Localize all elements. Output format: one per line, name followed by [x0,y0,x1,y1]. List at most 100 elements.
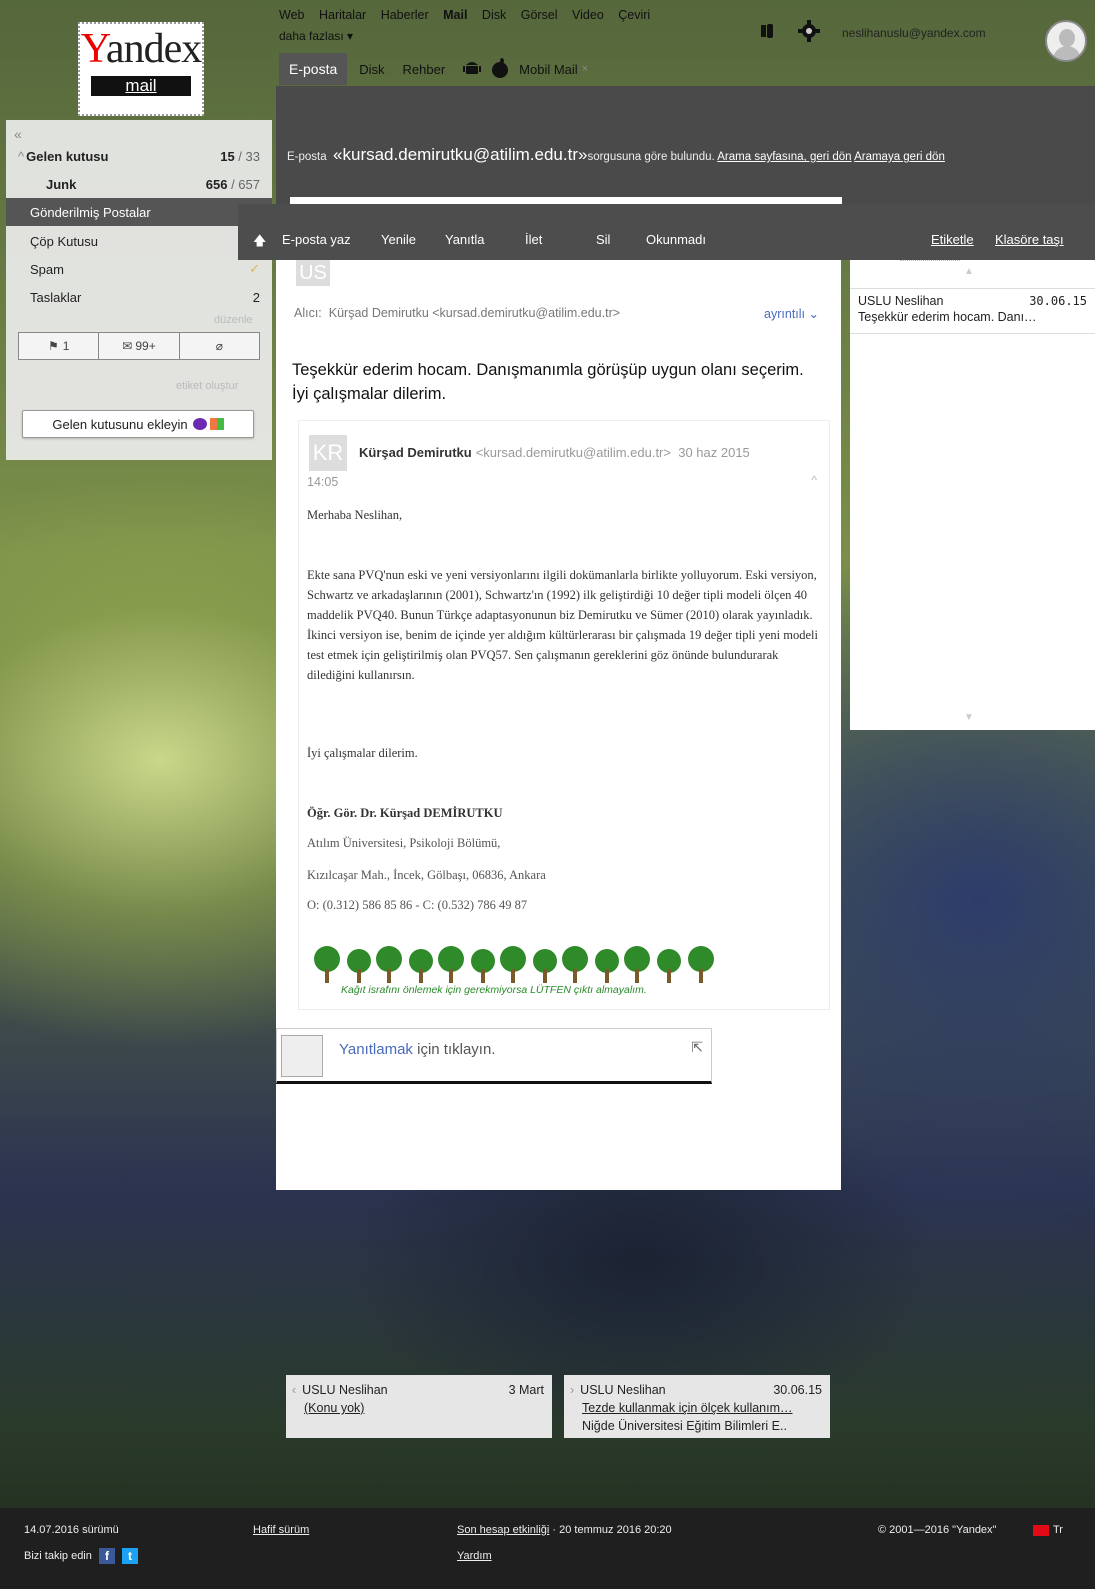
prev-subject-link[interactable]: (Konu yok) [304,1399,544,1417]
next-subject-link[interactable]: Tezde kullanmak için ölçek kullanım… [582,1399,822,1417]
quoted-paragraph: Ekte sana PVQ'nun eski ve yeni versiyonl… [307,568,818,682]
help-link[interactable]: Yardım [457,1550,492,1562]
apple-icon[interactable] [491,57,509,81]
refresh-button[interactable]: Yenile [381,232,416,247]
add-inbox-button[interactable]: Gelen kutusunu ekleyin [22,410,254,438]
nav-images[interactable]: Görsel [521,8,558,22]
quoted-time: 14:05 [307,475,339,489]
edit-folders-link[interactable]: düzenle [214,314,253,326]
quick-reply[interactable]: Yanıtlamak için tıklayın. ⇱ [276,1028,712,1084]
inbox-label: ^ Gelen kutusu [18,148,109,164]
move-to-folder-button[interactable]: Klasöre taşı [995,232,1064,247]
expand-icon[interactable]: ⇱ [691,1039,703,1056]
nav-maps[interactable]: Haritalar [319,8,366,22]
nav-news[interactable]: Haberler [381,8,429,22]
nav-web[interactable]: Web [279,8,304,22]
label-button[interactable]: Etiketle [931,232,974,247]
thread-item[interactable]: USLU Neslihan 30.06.15 Teşekkür ederim ho… [850,288,1095,334]
next-message-card[interactable]: › USLU Neslihan 30.06.15 Tezde kullanmak i… [564,1375,830,1438]
sidebar-item-spam[interactable]: Spam ✓ [6,255,272,283]
drafts-count: 2 [252,289,260,305]
trash-label: Çöp Kutusu [30,233,98,249]
forward-button[interactable]: İlet [525,232,542,247]
twitter-icon[interactable]: t [122,1548,138,1564]
drafts-label: Taslaklar [30,289,82,305]
last-activity: Son hesap etkinliği · 20 temmuz 2016 20:… [457,1524,672,1536]
message-toolbar: 🡅 E-posta yaz Yenile Yanıtla İlet Sil Ok… [238,204,1095,260]
sidebar-item-drafts[interactable]: Taslaklar 2 [6,283,272,311]
nav-video[interactable]: Video [572,8,604,22]
avatar-body [1053,46,1081,60]
back-to-search-link-2[interactable]: Aramaya geri dön [854,151,945,163]
thread-snippet: Teşekkür ederim hocam. Danı… [858,310,1037,324]
prev-message-card[interactable]: ‹ USLU Neslihan 3 Mart (Konu yok) [286,1375,552,1438]
tab-disk[interactable]: Disk [359,62,384,77]
unread-filter[interactable]: ✉ 99+ [99,333,180,359]
nav-translate[interactable]: Çeviri [618,8,650,22]
recipient-value[interactable]: Kürşad Demirutku <kursad.demirutku@atili… [329,306,620,320]
yandex-mail-logo[interactable]: Yandex mail [78,22,204,116]
language-switcher[interactable]: Tr [1033,1524,1063,1536]
logo-mail-label: mail [91,76,191,96]
delete-button[interactable]: Sil [596,232,610,247]
light-version-link[interactable]: Hafif sürüm [253,1524,309,1536]
scroll-down-icon[interactable]: ▼ [964,712,974,723]
attachments-filter[interactable]: ⌀ [180,333,259,359]
scroll-up-icon[interactable]: ▲ [964,266,974,277]
search-query: «kursad.demirutku@atilim.edu.tr» [333,145,588,164]
signature-address: Kızılcaşar Mah., İncek, Gölbaşı, 06836, … [307,868,546,882]
back-to-search-link[interactable]: Arama sayfasına, geri dön [717,151,851,163]
next-snippet: Niğde Üniversitesi Eğitim Bilimleri E.. [582,1419,787,1433]
trees-icon [314,946,714,983]
android-icon[interactable] [463,59,482,80]
copyright: © 2001—2016 "Yandex" [878,1524,997,1536]
signature-phone: O: (0.312) 586 85 86 - C: (0.532) 786 49… [307,898,528,912]
tree-banner: Kağıt israfını önlemek için gerekmiyorsa… [307,941,725,1001]
mark-unread-button[interactable]: Okunmadı [646,232,706,247]
sidebar-item-sent[interactable]: Gönderilmiş Postalar [6,198,272,226]
flag-icon: ⚑ [47,339,59,353]
tree-caption: Kağıt israfını önlemek için gerekmiyorsa… [341,984,647,996]
tab-email[interactable]: E-posta [279,53,348,85]
paperclip-icon: ⌀ [215,339,223,353]
chevron-down-icon: ⌄ [808,307,819,321]
broom-icon[interactable]: ✓ [249,261,260,277]
more-services-link[interactable]: daha fazlası ▾ [279,29,353,43]
sidebar-item-inbox[interactable]: ^ Gelen kutusu 15 / 33 [6,142,272,170]
filter-bar: ⚑ 1 ✉ 99+ ⌀ [18,332,260,360]
last-activity-link[interactable]: Son hesap etkinliği [457,1524,549,1536]
user-avatar[interactable] [1045,20,1087,62]
user-meta: neslihanuslu@yandex.com [760,20,986,45]
quoted-closing: İyi çalışmalar dilerim. [307,746,418,760]
collapse-caret-icon[interactable]: ^ [811,473,817,487]
sidebar-item-trash[interactable]: Çöp Kutusu [6,227,272,255]
nav-disk[interactable]: Disk [482,8,506,22]
search-result-info: E-posta «kursad.demirutku@atilim.edu.tr»… [287,145,945,164]
themes-icon[interactable] [760,23,776,42]
quick-reply-prompt[interactable]: Yanıtlamak için tıklayın. [339,1041,495,1058]
close-icon[interactable]: × [582,63,588,75]
mail-tabs: E-posta Disk Rehber Mobil Mail × [279,52,588,86]
details-toggle[interactable]: ayrıntılı ⌄ [764,306,819,321]
thread-list: ▲ USLU Neslihan 30.06.15 Teşekkür ederim … [850,260,1095,730]
arrow-up-icon[interactable]: 🡅 [253,232,266,254]
create-label-link[interactable]: etiket oluştur [176,380,238,392]
sidebar-item-junk[interactable]: Junk 656 / 657 [6,170,272,198]
collapse-sidebar-icon[interactable]: « [14,126,22,142]
junk-count: 656 / 657 [205,176,260,192]
mobile-mail-link[interactable]: Mobil Mail [519,62,578,77]
facebook-icon[interactable]: f [98,1548,115,1564]
user-email[interactable]: neslihanuslu@yandex.com [842,26,986,40]
quoted-message: KR Kürşad Demirutku <kursad.demirutku@ati… [298,420,830,1010]
spam-label: Spam [30,261,64,277]
nav-mail[interactable]: Mail [443,8,467,22]
flag-tr-icon [1033,1524,1049,1536]
flagged-filter[interactable]: ⚑ 1 [19,333,100,359]
divider [900,260,960,261]
quoted-greeting: Merhaba Neslihan, [307,508,403,522]
recipient-line: Alıcı: Kürşad Demirutku <kursad.demirutk… [294,306,621,320]
tab-contacts[interactable]: Rehber [403,62,446,77]
gear-icon[interactable] [798,20,820,45]
compose-button[interactable]: E-posta yaz [282,232,351,247]
reply-button[interactable]: Yanıtla [445,232,485,247]
